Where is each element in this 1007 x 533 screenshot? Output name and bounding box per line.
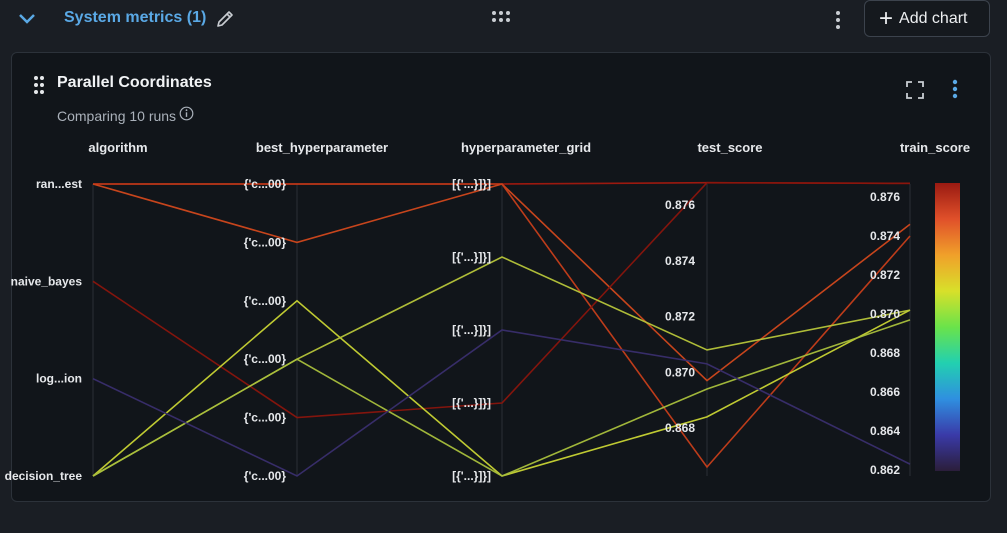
axis-label-hyperparameter_grid: hyperparameter_grid	[461, 140, 591, 155]
tick-label: 0.876	[665, 198, 695, 212]
tick-label: 0.866	[870, 385, 900, 399]
tick-label: {'c...00}	[244, 411, 287, 425]
tick-label: log...ion	[36, 372, 82, 386]
tick-label: 0.876	[870, 190, 900, 204]
tick-label: naive_bayes	[11, 274, 83, 288]
tick-label: 0.874	[870, 229, 900, 243]
tick-label: [{'...}]}]	[452, 469, 491, 483]
tick-label: [{'...}]}]	[452, 250, 491, 264]
tick-label: {'c...00}	[244, 294, 287, 308]
tick-label: {'c...00}	[244, 352, 287, 366]
tick-label: [{'...}]}]	[452, 396, 491, 410]
parallel-coordinates-chart[interactable]: algorithm best_hyperparameter hyperparamet…	[0, 0, 1007, 533]
tick-label: [{'...}]}]	[452, 323, 491, 337]
tick-label: [{'...}]}]	[452, 177, 491, 191]
tick-label: 0.868	[665, 421, 695, 435]
tick-label: 0.862	[870, 463, 900, 477]
tick-label: 0.874	[665, 254, 695, 268]
tick-label: decision_tree	[5, 469, 83, 483]
tick-label: {'c...00}	[244, 469, 287, 483]
axis-label-best_hyperparameter: best_hyperparameter	[256, 140, 388, 155]
axis-label-algorithm: algorithm	[88, 140, 147, 155]
tick-label: {'c...00}	[244, 177, 287, 191]
axis-label-train_score: train_score	[900, 140, 970, 155]
tick-label: 0.872	[870, 268, 900, 282]
tick-label: 0.872	[665, 310, 695, 324]
tick-label: {'c...00}	[244, 235, 287, 249]
tick-label: 0.864	[870, 424, 900, 438]
axis-label-test_score: test_score	[697, 140, 762, 155]
color-scale-bar	[935, 183, 960, 471]
tick-label: 0.868	[870, 346, 900, 360]
tick-label: ran...est	[36, 177, 82, 191]
tick-label: 0.870	[665, 365, 695, 379]
tick-label: 0.870	[870, 307, 900, 321]
